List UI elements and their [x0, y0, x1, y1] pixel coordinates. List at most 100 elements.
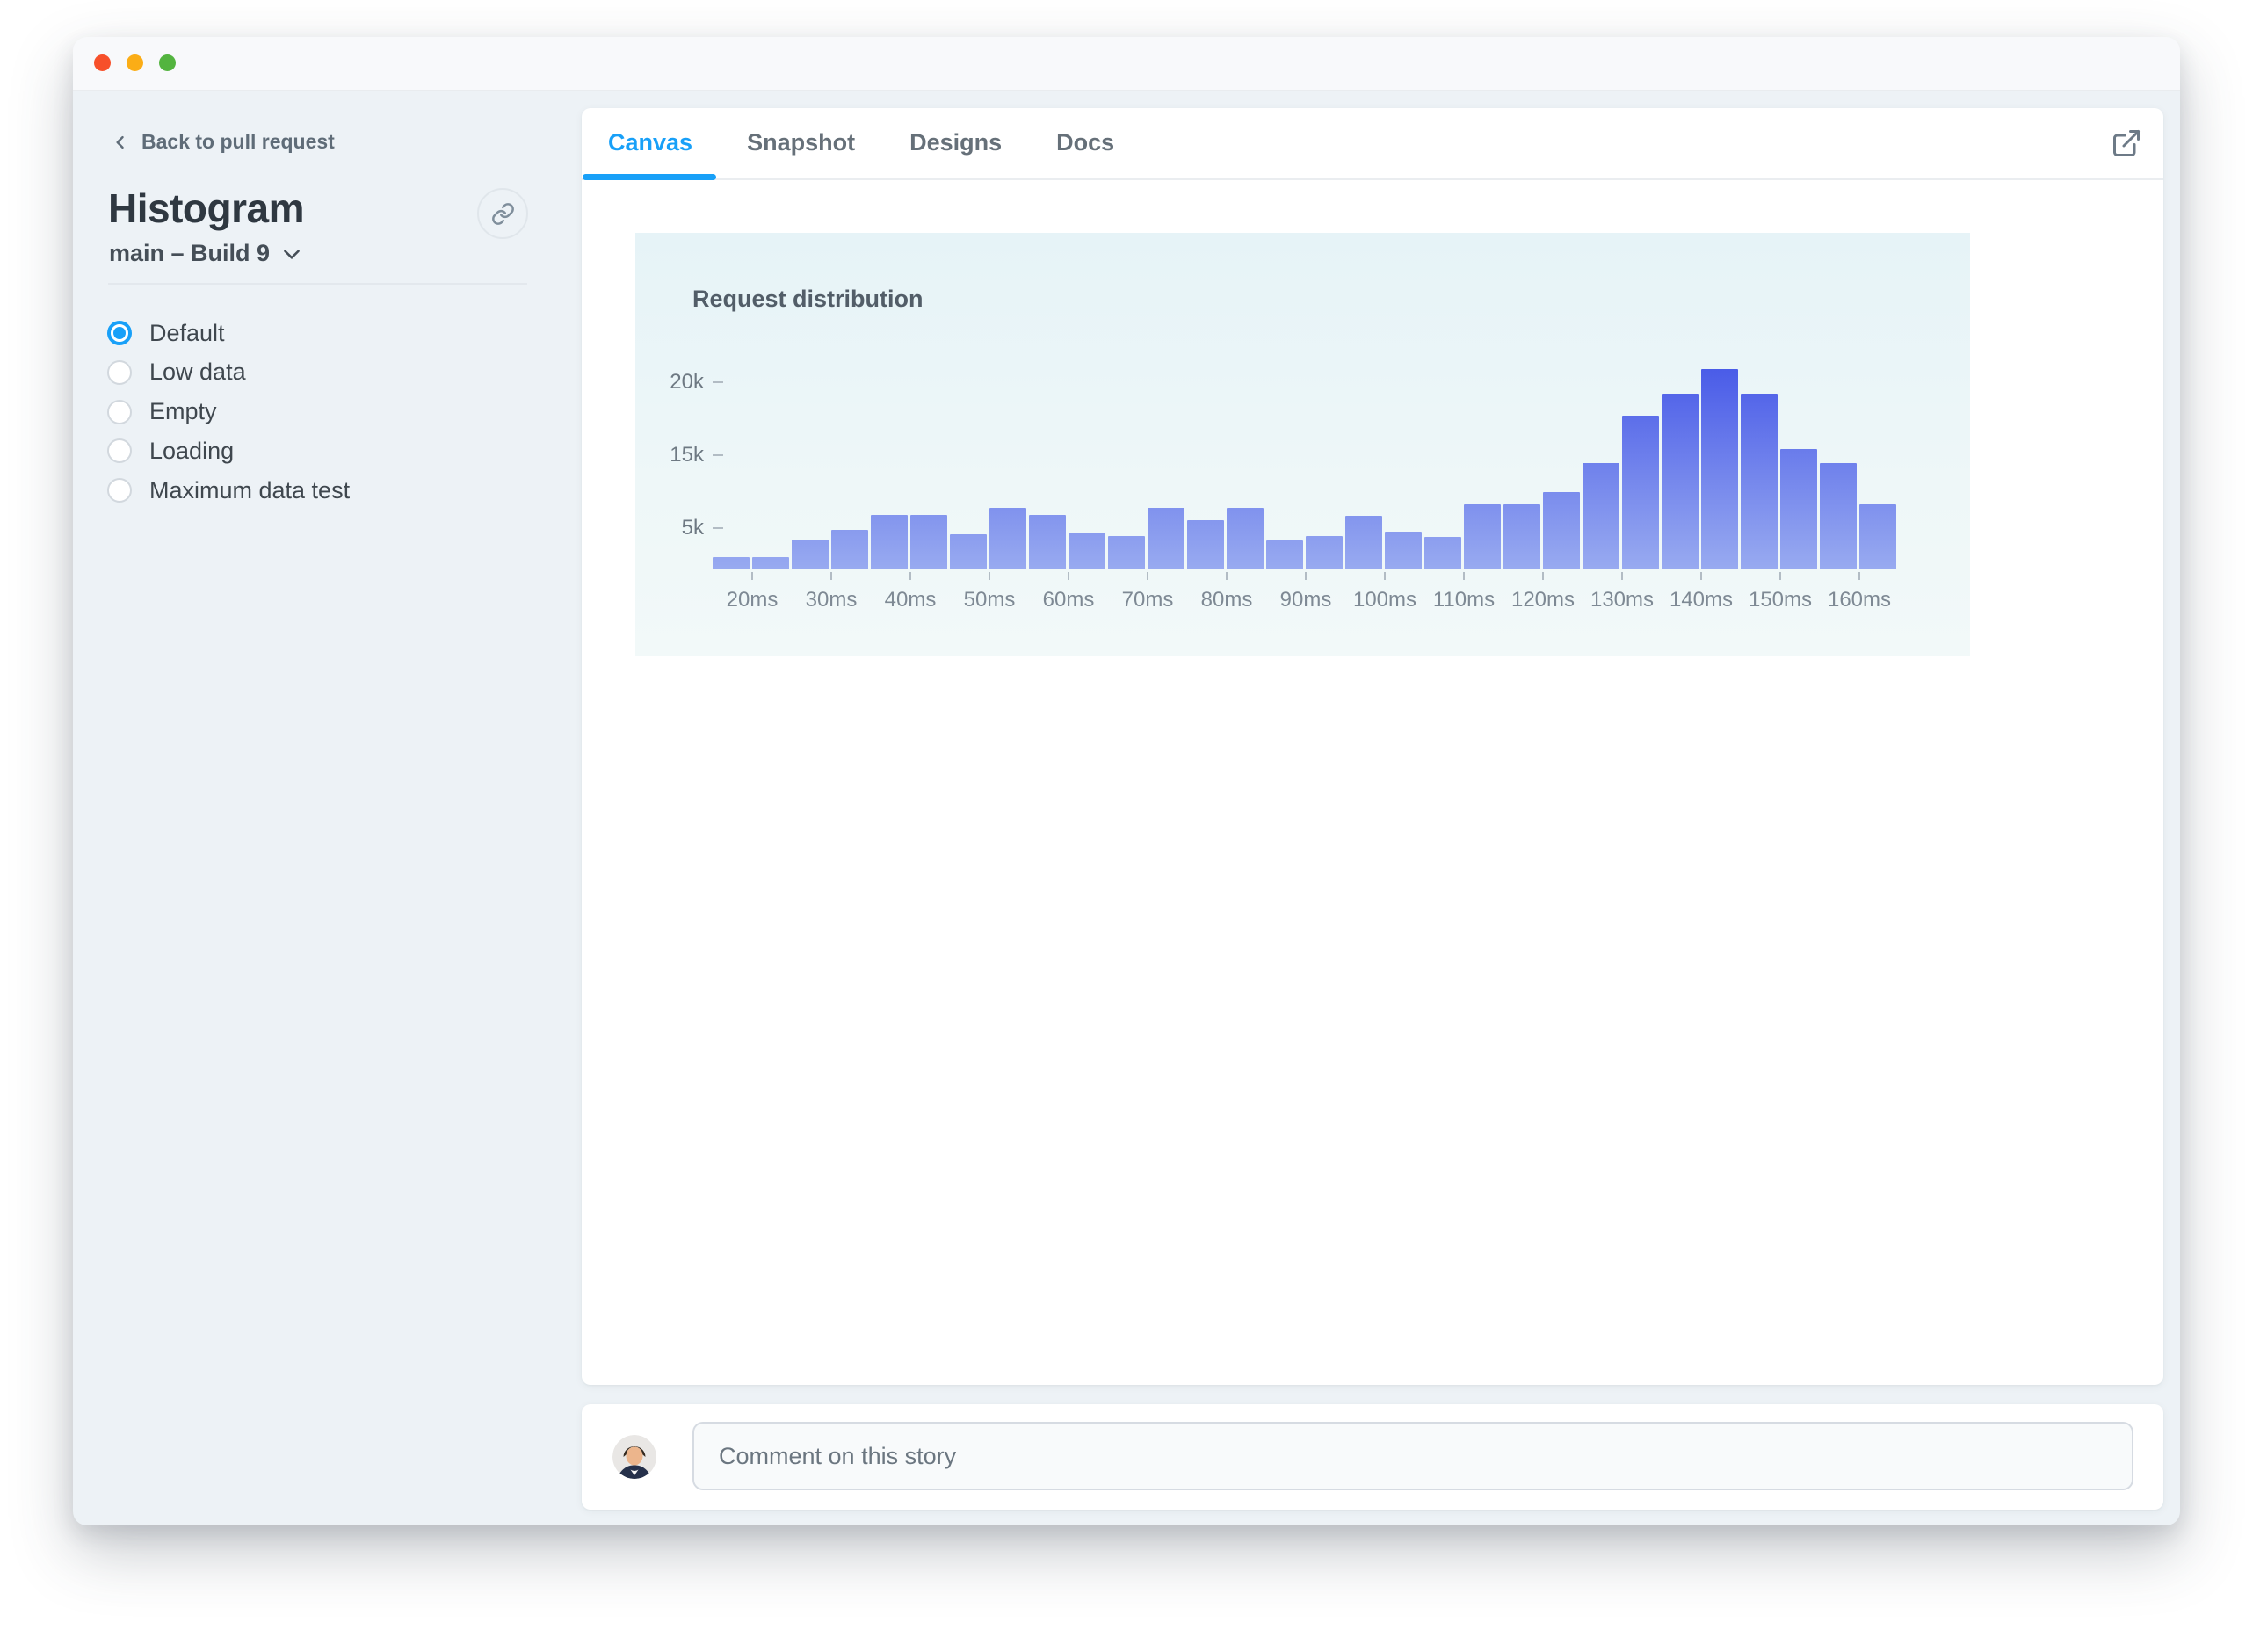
- x-axis-tick-mark: [1147, 572, 1148, 580]
- histogram-bar-130ms: [1622, 416, 1659, 569]
- histogram-bar-160ms: [1859, 504, 1896, 569]
- y-axis-tick-label: 15k: [670, 443, 704, 467]
- histogram-bar-85ms: [1266, 540, 1303, 569]
- histogram-bar-145ms: [1741, 394, 1778, 569]
- radio-unselected-icon[interactable]: [107, 478, 132, 504]
- x-axis-tick-mark: [1226, 572, 1228, 580]
- x-axis-tick-mark: [751, 572, 753, 580]
- variant-radio-low-data[interactable]: Low data: [107, 359, 246, 386]
- tab-canvas[interactable]: Canvas: [608, 129, 692, 156]
- comment-bar: [582, 1404, 2163, 1510]
- x-axis-tick-label: 110ms: [1432, 588, 1496, 612]
- comment-input[interactable]: [692, 1422, 2133, 1490]
- tab-docs[interactable]: Docs: [1056, 129, 1114, 156]
- x-axis-tick-mark: [1305, 572, 1307, 580]
- link-icon: [491, 202, 514, 225]
- histogram-bar-105ms: [1424, 537, 1461, 569]
- histogram-chart: Request distribution 20k 15k 5k 20ms 30ms 40m…: [635, 233, 1970, 656]
- canvas-panel: Canvas Snapshot Designs Docs Request distri…: [582, 108, 2163, 1385]
- variant-radio-label: Low data: [149, 359, 246, 386]
- x-axis-tick-label: 160ms: [1827, 588, 1892, 612]
- histogram-bar-35ms: [871, 515, 908, 569]
- radio-dot: [113, 327, 126, 339]
- x-axis-tick-label: 30ms: [805, 588, 858, 612]
- histogram-bar-55ms: [1029, 515, 1066, 569]
- radio-selected-icon[interactable]: [107, 321, 132, 345]
- variant-radio-empty[interactable]: Empty: [107, 398, 217, 425]
- variant-radio-maximum-data-test[interactable]: Maximum data test: [107, 477, 350, 504]
- histogram-bar-110ms: [1464, 504, 1501, 569]
- story-title: Histogram: [108, 185, 304, 231]
- y-axis-tick-mark: [713, 527, 723, 529]
- back-to-pull-request-link[interactable]: Back to pull request: [112, 130, 335, 154]
- variant-radio-label: Default: [149, 319, 225, 346]
- histogram-bar-135ms: [1662, 394, 1699, 569]
- histogram-bar-140ms: [1701, 369, 1738, 569]
- x-axis-tick-mark: [989, 572, 990, 580]
- x-axis-tick-label: 140ms: [1669, 588, 1734, 612]
- x-axis-tick-mark: [909, 572, 911, 580]
- sidebar-divider: [108, 283, 527, 285]
- chevron-down-icon: [284, 249, 300, 259]
- x-axis-tick-mark: [1858, 572, 1860, 580]
- x-axis-tick-label: 150ms: [1748, 588, 1813, 612]
- zoom-window-button[interactable]: [159, 54, 176, 71]
- variant-radio-default[interactable]: Default: [107, 320, 225, 346]
- histogram-bar-25ms: [792, 540, 829, 569]
- histogram-bar-40ms: [910, 515, 947, 569]
- histogram-bar-70ms: [1148, 508, 1184, 569]
- x-axis-tick-mark: [1384, 572, 1386, 580]
- variant-radio-loading[interactable]: Loading: [107, 438, 234, 464]
- x-axis-tick-mark: [1700, 572, 1702, 580]
- open-in-new-window-button[interactable]: [2111, 127, 2142, 159]
- radio-unselected-icon[interactable]: [107, 399, 132, 424]
- histogram-bar-65ms: [1108, 536, 1145, 569]
- avatar-image: [612, 1435, 656, 1479]
- build-selector[interactable]: main – Build 9: [109, 240, 303, 267]
- y-axis-tick-label: 20k: [670, 370, 704, 394]
- histogram-bar-75ms: [1187, 520, 1224, 569]
- y-axis-tick-label: 5k: [681, 516, 704, 540]
- tab-designs[interactable]: Designs: [909, 129, 1002, 156]
- histogram-bar-45ms: [950, 534, 987, 569]
- app-window: Back to pull request Histogram main – Bu…: [73, 37, 2180, 1525]
- histogram-bar-155ms: [1820, 463, 1857, 569]
- histogram-bar-150ms: [1780, 449, 1817, 569]
- x-axis-tick-label: 130ms: [1590, 588, 1655, 612]
- histogram-bar-95ms: [1345, 516, 1382, 569]
- x-axis-tick-label: 100ms: [1352, 588, 1417, 612]
- histogram-bar-120ms: [1543, 492, 1580, 569]
- histogram-bar-90ms: [1306, 536, 1343, 569]
- x-axis-tick-mark: [1463, 572, 1465, 580]
- x-axis-tick-label: 80ms: [1200, 588, 1253, 612]
- histogram-bar-20ms: [752, 557, 789, 569]
- x-axis-tick-label: 120ms: [1510, 588, 1576, 612]
- copy-link-button[interactable]: [477, 188, 528, 239]
- back-link-label: Back to pull request: [141, 130, 335, 153]
- variant-radio-label: Maximum data test: [149, 476, 351, 504]
- radio-unselected-icon[interactable]: [107, 359, 132, 385]
- x-axis-tick-mark: [1779, 572, 1781, 580]
- active-tab-underline: [583, 174, 716, 180]
- x-axis-tick-label: 90ms: [1279, 588, 1332, 612]
- close-window-button[interactable]: [94, 54, 111, 71]
- histogram-bar-30ms: [831, 530, 868, 569]
- x-axis-tick-label: 40ms: [884, 588, 937, 612]
- x-axis-tick-mark: [1542, 572, 1544, 580]
- x-axis-tick-mark: [830, 572, 832, 580]
- tab-snapshot[interactable]: Snapshot: [747, 129, 855, 156]
- minimize-window-button[interactable]: [127, 54, 143, 71]
- y-axis-tick-mark: [713, 381, 723, 383]
- histogram-bar-15ms: [713, 557, 750, 569]
- variant-radio-label: Empty: [149, 398, 217, 425]
- window-titlebar: [73, 37, 2180, 91]
- tabs: Canvas Snapshot Designs Docs: [608, 108, 1169, 177]
- y-axis-tick-mark: [713, 454, 723, 456]
- external-link-icon: [2113, 130, 2140, 156]
- chart-title: Request distribution: [692, 286, 924, 312]
- histogram-bar-80ms: [1227, 508, 1264, 569]
- user-avatar: [612, 1435, 656, 1479]
- radio-unselected-icon[interactable]: [107, 438, 132, 464]
- tab-bar: Canvas Snapshot Designs Docs: [582, 108, 2163, 180]
- x-axis-tick-label: 50ms: [963, 588, 1016, 612]
